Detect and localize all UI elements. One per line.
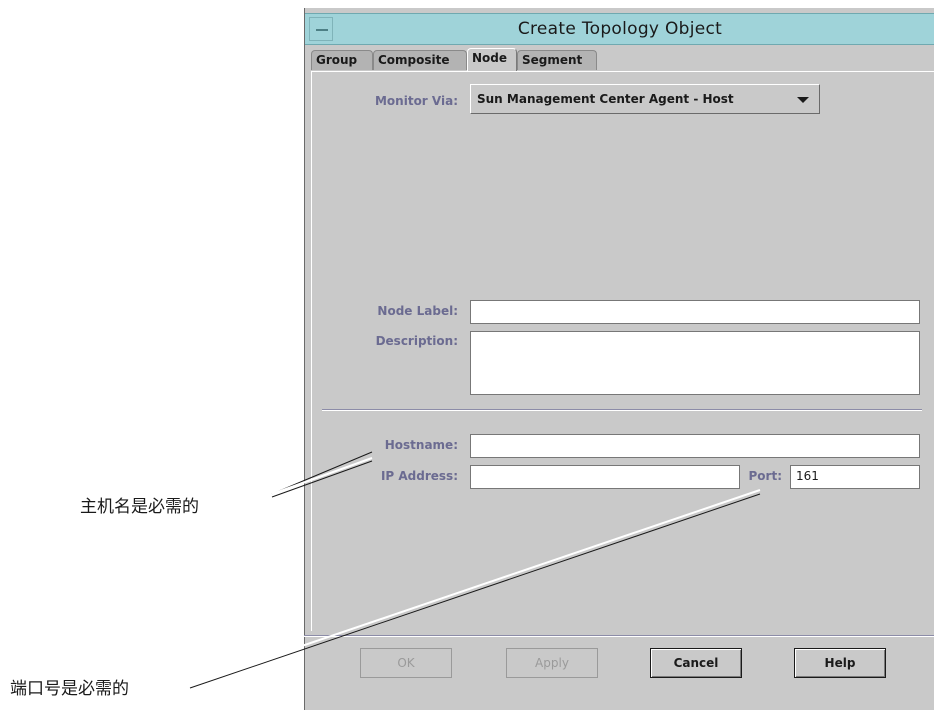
port-callout-leader-highlight bbox=[289, 489, 761, 651]
port-required-callout: 端口号是必需的 bbox=[10, 679, 129, 699]
hostname-required-callout: 主机名是必需的 bbox=[80, 497, 199, 517]
callout-leader-lines bbox=[189, 451, 761, 689]
port-callout-leader bbox=[189, 493, 761, 689]
hostname-callout-leader-lower bbox=[271, 460, 373, 498]
hostname-callout-leader-highlight bbox=[271, 457, 373, 495]
